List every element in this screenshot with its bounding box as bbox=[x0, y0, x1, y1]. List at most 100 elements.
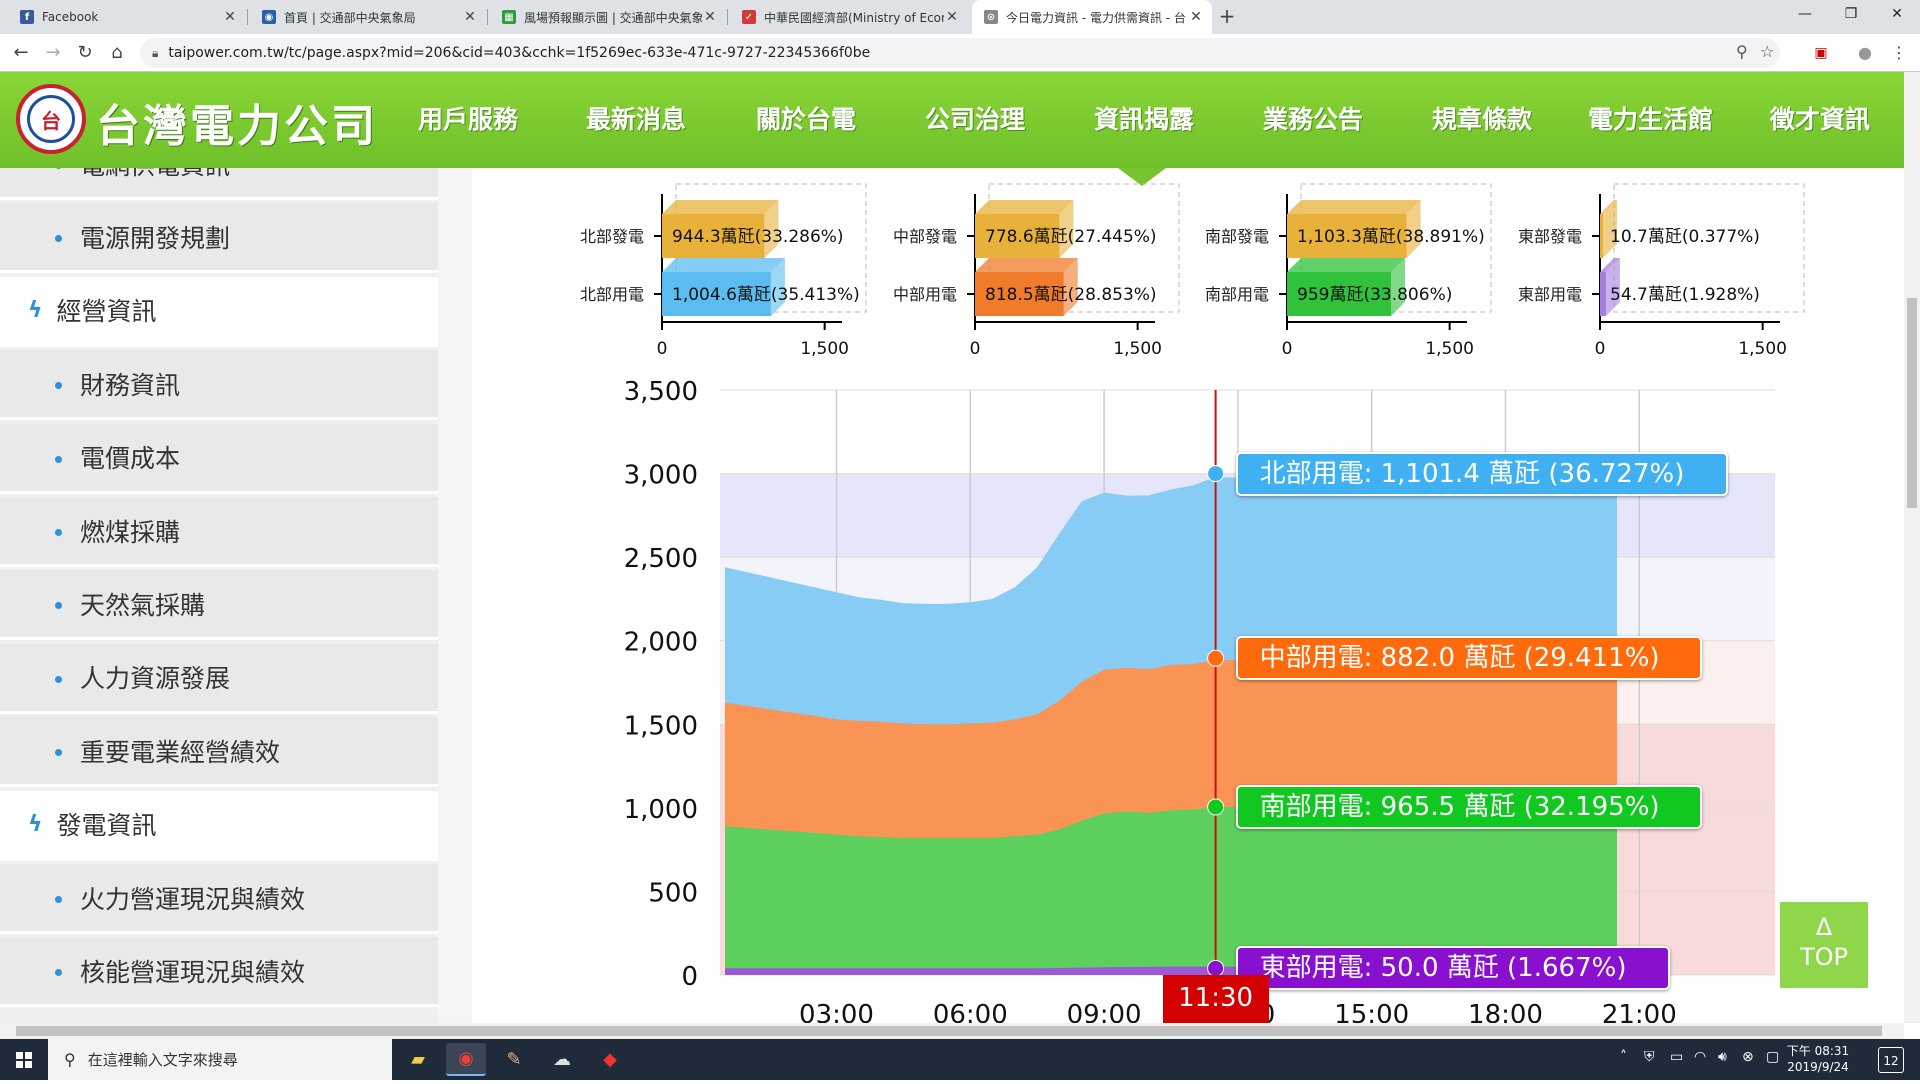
notification-center-icon[interactable]: 12 bbox=[1878, 1047, 1904, 1073]
file-explorer-icon[interactable]: ▰ bbox=[398, 1043, 438, 1076]
profile-avatar-icon[interactable]: ● bbox=[1852, 40, 1878, 66]
vertical-scrollbar[interactable] bbox=[1904, 72, 1920, 1023]
sidebar-item-label: 燃煤採購 bbox=[80, 517, 181, 547]
tray-security-icon[interactable]: ⛨ bbox=[1644, 1049, 1655, 1065]
tab-favicon-icon: ◉ bbox=[262, 10, 276, 24]
sidebar-item[interactable]: 火力營運現況與績效 bbox=[0, 864, 438, 934]
back-to-top-button[interactable]: Δ TOP bbox=[1780, 902, 1868, 988]
tray-wifi-icon[interactable]: ◠ bbox=[1694, 1049, 1706, 1065]
sidebar-item-label: 電網供電資訊 bbox=[80, 168, 230, 182]
sidebar-item[interactable]: 電網供電資訊 bbox=[0, 168, 438, 200]
tray-ime-icon[interactable]: ▢ bbox=[1766, 1049, 1779, 1065]
sidebar-item[interactable]: 財務資訊 bbox=[0, 350, 438, 421]
tab-close-icon[interactable]: ✕ bbox=[1188, 9, 1204, 25]
back-icon[interactable]: ← bbox=[8, 40, 34, 66]
bar-x-tick-label: 1,500 bbox=[1113, 339, 1162, 359]
sidebar-item[interactable]: 人力資源發展 bbox=[0, 643, 438, 714]
logo-text[interactable]: 台灣電力公司 bbox=[96, 90, 378, 154]
bar-chart-svg: 0 1,500 東部發電 10.7萬瓩(0.377%) 東部用電 54.7萬瓩(1.928… bbox=[1518, 183, 1805, 359]
tab-title: 首頁 | 交通部中央氣象局 bbox=[284, 10, 416, 25]
reload-icon[interactable]: ↻ bbox=[72, 40, 98, 66]
url-input[interactable]: 🔒︎ taipower.com.tw/tc/page.aspx?mid=206&… bbox=[140, 38, 1780, 68]
bar-value-label: 1,103.3萬瓩(38.891%) bbox=[1297, 227, 1485, 247]
main-nav-item[interactable]: 公司治理 bbox=[925, 100, 1025, 136]
app-icon-4[interactable]: ☁ bbox=[542, 1043, 582, 1076]
app-icon-5[interactable]: ◆ bbox=[590, 1043, 630, 1076]
tray-chevron-icon[interactable]: ˄ bbox=[1620, 1049, 1627, 1065]
forward-icon[interactable]: → bbox=[40, 40, 66, 66]
sidebar-item[interactable]: 電源開發規劃 bbox=[0, 203, 438, 274]
bar-category-label: 北部發電 bbox=[580, 227, 644, 246]
bar-value-label: 54.7萬瓩(1.928%) bbox=[1610, 285, 1760, 305]
browser-tab[interactable]: ⊙ 今日電力資訊 - 電力供需資訊 - 台 ✕ bbox=[972, 0, 1212, 34]
bar-x-tick-label: 0 bbox=[1282, 339, 1293, 359]
windows-start-button[interactable] bbox=[0, 1039, 48, 1080]
sidebar-item-label: 天然氣採購 bbox=[80, 590, 206, 620]
zoom-icon[interactable]: ⚲ bbox=[1736, 42, 1748, 61]
bar-category-label: 東部用電 bbox=[1518, 285, 1582, 304]
horizontal-scrollbar[interactable] bbox=[0, 1023, 1904, 1039]
site-header: 台 台灣電力公司 用戶服務 最新消息 關於台電 公司治理 資訊揭露 業務公告 規章條款 電力生… bbox=[0, 72, 1904, 168]
sidebar-item[interactable]: 電價成本 bbox=[0, 423, 438, 494]
main-nav-item[interactable]: 用戶服務 bbox=[418, 100, 518, 136]
browser-tab[interactable]: ▦ 風場預報顯示圖 | 交通部中央氣象 ✕ bbox=[490, 0, 726, 34]
tray-volume-icon[interactable]: 🔊︎ bbox=[1718, 1049, 1727, 1065]
sidebar-category[interactable]: ϟ 經營資訊 bbox=[0, 276, 438, 347]
horizontal-scrollbar-thumb[interactable] bbox=[16, 1026, 1882, 1036]
callout-marker-dot bbox=[1207, 465, 1225, 483]
tab-close-icon[interactable]: ✕ bbox=[462, 9, 478, 25]
bookmark-star-icon[interactable]: ☆ bbox=[1760, 42, 1774, 61]
taskbar-clock[interactable]: 下午 08:31 2019/9/24 bbox=[1780, 1043, 1856, 1075]
app-icon-3[interactable]: ✎ bbox=[494, 1043, 534, 1076]
taskbar-search-placeholder: 在這裡輸入文字來搜尋 bbox=[87, 1051, 238, 1069]
tray-close-icon[interactable]: ⊗ bbox=[1742, 1049, 1754, 1065]
main-nav-item[interactable]: 徵才資訊 bbox=[1770, 100, 1870, 136]
tab-favicon-icon: ▦ bbox=[502, 10, 516, 24]
series-value-tooltip: 北部用電: 1,101.4 萬瓩 (36.727%) bbox=[1235, 451, 1728, 496]
lightning-icon: ϟ bbox=[28, 811, 43, 837]
tray-battery-icon[interactable]: ▭ bbox=[1670, 1049, 1683, 1065]
bar-category-label: 東部發電 bbox=[1518, 227, 1582, 246]
bar-front-face bbox=[1600, 214, 1603, 258]
bar-chart-svg: 0 1,500 中部發電 778.6萬瓩(27.445%) 中部用電 818.5萬瓩(28… bbox=[893, 183, 1180, 359]
bar-x-tick-label: 1,500 bbox=[1425, 339, 1474, 359]
menu-kebab-icon[interactable]: ⋮ bbox=[1886, 40, 1912, 66]
sidebar-item[interactable]: 核能營運現況與績效 bbox=[0, 937, 438, 1008]
top-button-label: TOP bbox=[1799, 943, 1849, 971]
extension-icon[interactable]: ▣ bbox=[1808, 40, 1834, 66]
sidebar-item[interactable]: 燃煤採購 bbox=[0, 497, 438, 567]
tab-close-icon[interactable]: ✕ bbox=[222, 9, 238, 25]
bar-value-label: 818.5萬瓩(28.853%) bbox=[985, 285, 1157, 305]
sidebar-category[interactable]: ϟ 發電資訊 bbox=[0, 790, 438, 861]
main-nav-item[interactable]: 最新消息 bbox=[586, 100, 686, 136]
y-tick-label: 2,500 bbox=[624, 544, 698, 574]
taskbar-search-input[interactable]: ⚲ 在這裡輸入文字來搜尋 bbox=[48, 1039, 392, 1080]
main-nav-item[interactable]: 業務公告 bbox=[1263, 100, 1363, 136]
bar-front-face bbox=[1600, 272, 1606, 316]
home-icon[interactable]: ⌂ bbox=[104, 40, 130, 66]
vertical-scrollbar-thumb[interactable] bbox=[1907, 298, 1917, 508]
main-nav-item[interactable]: 電力生活館 bbox=[1588, 100, 1713, 136]
browser-tab[interactable]: f Facebook ✕ bbox=[8, 0, 246, 34]
main-nav-item[interactable]: 關於台電 bbox=[756, 100, 856, 136]
main-nav-item[interactable]: 規章條款 bbox=[1432, 100, 1532, 136]
bar-top-face bbox=[662, 258, 785, 272]
tab-close-icon[interactable]: ✕ bbox=[702, 9, 718, 25]
windows-taskbar: ⚲ 在這裡輸入文字來搜尋 ▰ ◉ ✎ ☁ ◆ ˄ ⛨ ▭ ◠ 🔊︎ ⊗ ▢ 下午… bbox=[0, 1039, 1920, 1080]
sidebar-item[interactable]: 重要電業經營績效 bbox=[0, 717, 438, 788]
new-tab-button[interactable]: + bbox=[1214, 4, 1240, 30]
search-icon: ⚲ bbox=[64, 1050, 76, 1069]
minimize-icon[interactable]: — bbox=[1782, 0, 1828, 30]
sidebar-item[interactable]: 天然氣採購 bbox=[0, 570, 438, 641]
browser-tab[interactable]: ◉ 首頁 | 交通部中央氣象局 ✕ bbox=[250, 0, 486, 34]
close-window-icon[interactable]: ✕ bbox=[1874, 0, 1920, 30]
restore-icon[interactable]: ❐ bbox=[1828, 0, 1874, 30]
tab-close-icon[interactable]: ✕ bbox=[944, 9, 960, 25]
main-nav-item[interactable]: 資訊揭露 bbox=[1094, 100, 1194, 136]
bar-top-face bbox=[975, 200, 1074, 214]
bar-x-tick-label: 0 bbox=[1595, 339, 1606, 359]
y-tick-label: 3,000 bbox=[624, 461, 698, 491]
taipower-logo[interactable]: 台 bbox=[16, 84, 86, 154]
browser-tab[interactable]: ✓ 中華民國經濟部(Ministry of Econ ✕ bbox=[730, 0, 968, 34]
chrome-icon[interactable]: ◉ bbox=[446, 1043, 486, 1076]
